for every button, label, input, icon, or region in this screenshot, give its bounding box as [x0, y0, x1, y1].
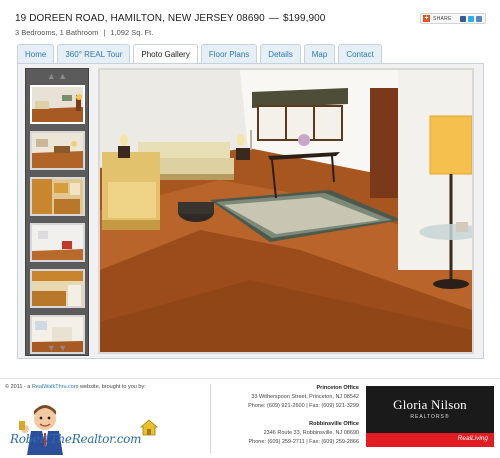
- robert-the-realtor-logo[interactable]: [5, 395, 160, 455]
- tab-photo-gallery[interactable]: Photo Gallery: [133, 44, 198, 64]
- tab-details[interactable]: Details: [260, 44, 301, 63]
- scroll-up-button[interactable]: ▲ ▲: [26, 69, 88, 83]
- summary-separator: |: [103, 28, 106, 37]
- office-princeton: Princeton Office 33 Witherspoon Street, …: [248, 384, 359, 411]
- thumbnail-image: [32, 225, 83, 260]
- office-name: Princeton Office: [316, 385, 359, 391]
- tab-map[interactable]: Map: [303, 44, 336, 63]
- brand-text: RobertTheRealtor.com: [10, 432, 142, 446]
- footer-vertical-divider: [210, 384, 211, 454]
- email-icon: [475, 15, 482, 22]
- tab-floor-plans[interactable]: Floor Plans: [200, 44, 258, 63]
- listing-summary: 3 Bedrooms, 1 Bathroom | 1,092 Sq. Ft.: [15, 28, 153, 37]
- thumbnail-living-room[interactable]: [30, 131, 85, 170]
- living-room-panorama: [100, 70, 472, 352]
- office-robbinsville: Robbinsville Office 2346 Route 33, Robbi…: [249, 420, 359, 447]
- office-address: 33 Witherspoon Street, Princeton, NJ 085…: [251, 394, 359, 400]
- page-title: 19 DOREEN ROAD, HAMILTON, NEW JERSEY 086…: [15, 13, 325, 24]
- thumbnail-image: [32, 133, 83, 168]
- realwalkthru-link[interactable]: RealWalkThru.com: [32, 384, 79, 390]
- gloria-nilson-logo[interactable]: Gloria Nilson REALTORS® RealLiving: [366, 386, 494, 447]
- thumbnail-image: [32, 179, 83, 214]
- share-label: SHARE: [433, 15, 452, 22]
- main-photo[interactable]: [98, 68, 474, 354]
- gallery-panel: ▲ ▲ ▼ ▼: [17, 63, 484, 359]
- copyright-text: © 2011 - a RealWalkThru.com website, bro…: [5, 384, 146, 390]
- copyright-prefix: © 2011 - a: [5, 384, 31, 390]
- logo-sub: REALTORS®: [410, 414, 450, 420]
- listing-header: 19 DOREEN ROAD, HAMILTON, NEW JERSEY 086…: [0, 0, 500, 42]
- scroll-down-button[interactable]: ▼ ▼: [26, 341, 88, 355]
- tab-contact[interactable]: Contact: [338, 44, 382, 63]
- thumbnail-strip: ▲ ▲ ▼ ▼: [25, 68, 89, 356]
- logo-name: Gloria Nilson: [393, 397, 467, 412]
- logo-tag: RealLiving: [457, 435, 488, 442]
- office-phones: Phone: (609) 921-2600 | Fax: (609) 921-3…: [248, 403, 359, 409]
- office-address: 2346 Route 33, Robbinsville, NJ 08690: [263, 430, 359, 436]
- tab-360-tour[interactable]: 360° REAL Tour: [57, 44, 131, 63]
- square-footage: 1,092 Sq. Ft.: [110, 28, 154, 37]
- title-dash: —: [268, 13, 279, 24]
- beds-baths: 3 Bedrooms, 1 Bathroom: [15, 28, 99, 37]
- listing-address: 19 DOREEN ROAD, HAMILTON, NEW JERSEY 086…: [15, 13, 265, 24]
- office-name: Robbinsville Office: [309, 421, 359, 427]
- copyright-suffix: website, brought to you by:: [79, 384, 146, 390]
- thumbnail-living-room-pano[interactable]: [30, 85, 85, 124]
- thumbnail-kitchen-2[interactable]: [30, 269, 85, 308]
- twitter-icon: [467, 15, 474, 22]
- facebook-icon: [459, 15, 466, 22]
- footer-divider: [0, 378, 500, 379]
- thumbnail-image: [32, 271, 83, 306]
- thumbnail-kitchen[interactable]: [30, 177, 85, 216]
- nav-tabs: Home 360° REAL Tour Photo Gallery Floor …: [17, 44, 385, 64]
- office-phones: Phone: (609) 259-2711 | Fax: (609) 259-2…: [248, 439, 359, 445]
- tab-home[interactable]: Home: [17, 44, 55, 63]
- thumbnail-image: [32, 87, 83, 122]
- listing-price: $199,900: [282, 13, 326, 24]
- share-plus-icon: +: [423, 15, 430, 22]
- share-button[interactable]: + SHARE: [420, 13, 486, 24]
- thumbnail-bedroom[interactable]: [30, 223, 85, 262]
